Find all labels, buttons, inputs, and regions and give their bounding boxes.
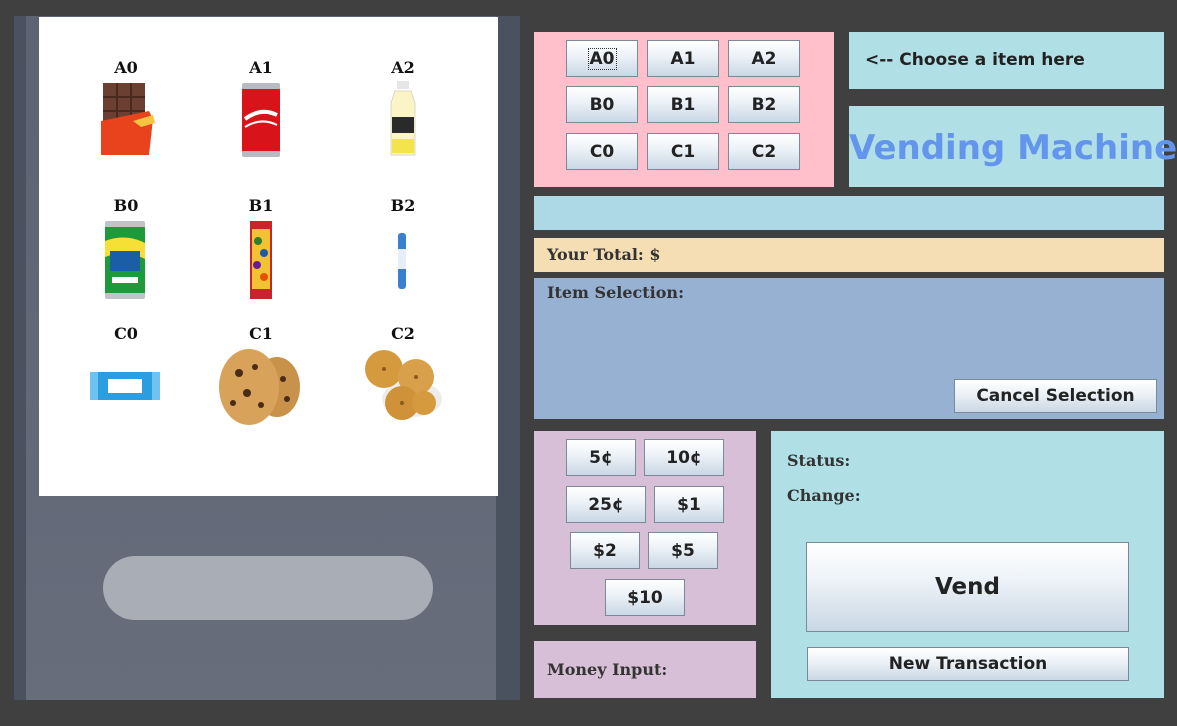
total-label: Your Total: $	[547, 245, 661, 264]
vend-button[interactable]: Vend	[806, 542, 1129, 632]
slot-label-a0: A0	[114, 58, 138, 77]
hint-text: <-- Choose a item here	[865, 50, 1085, 70]
slot-label-a2: A2	[391, 58, 415, 77]
bill-2-dollar-button[interactable]: $2	[570, 532, 640, 569]
coin-5-cents-button[interactable]: 5¢	[566, 439, 636, 476]
select-a0-button[interactable]: A0	[566, 40, 638, 77]
lemonade-bottle-icon	[390, 81, 416, 156]
slot-label-b0: B0	[113, 196, 139, 215]
mints-roll-icon	[398, 233, 406, 289]
product-window: A0 A1 A2 B0 B1 B2 C0 C1 C2	[39, 17, 498, 496]
item-selection-panel: Item Selection: Cancel Selection	[534, 278, 1164, 419]
money-input-panel: Money Input:	[534, 641, 756, 698]
status-panel: Status: Change: Vend New Transaction	[771, 431, 1164, 698]
select-b2-button[interactable]: B2	[728, 86, 800, 123]
cancel-selection-button[interactable]: Cancel Selection	[954, 379, 1157, 413]
cookies-icon	[219, 349, 300, 425]
new-transaction-button[interactable]: New Transaction	[807, 647, 1129, 681]
select-c1-button[interactable]: C1	[647, 133, 719, 170]
select-a2-button[interactable]: A2	[728, 40, 800, 77]
bill-5-dollar-button[interactable]: $5	[648, 532, 718, 569]
coin-25-cents-button[interactable]: 25¢	[566, 486, 646, 523]
bill-1-dollar-button[interactable]: $1	[654, 486, 724, 523]
app-title: Vending Machine	[849, 128, 1177, 168]
message-bar	[534, 196, 1164, 230]
select-c2-button[interactable]: C2	[728, 133, 800, 170]
item-selection-label: Item Selection:	[547, 283, 684, 302]
selection-keypad-panel: A0 A1 A2 B0 B1 B2 C0 C1 C2	[534, 32, 834, 187]
slot-label-b2: B2	[390, 196, 416, 215]
snack-bar-icon	[90, 372, 160, 400]
status-label: Status:	[787, 451, 851, 470]
chocolate-bar-icon	[101, 83, 155, 155]
select-b0-button[interactable]: B0	[566, 86, 638, 123]
cola-can-icon	[242, 83, 280, 157]
dispense-tray	[103, 556, 433, 620]
slot-label-c1: C1	[249, 324, 273, 343]
title-panel: Vending Machine	[849, 106, 1177, 187]
slot-label-c0: C0	[114, 324, 138, 343]
candy-pack-icon	[250, 221, 272, 299]
money-input-label: Money Input:	[547, 660, 668, 679]
soda-can-icon	[105, 221, 145, 299]
crackers-icon	[365, 350, 442, 420]
change-label: Change:	[787, 486, 861, 505]
slot-label-c2: C2	[391, 324, 415, 343]
coin-10-cents-button[interactable]: 10¢	[644, 439, 724, 476]
bill-10-dollar-button[interactable]: $10	[605, 579, 685, 616]
total-panel: Your Total: $	[534, 238, 1164, 272]
select-c0-button[interactable]: C0	[566, 133, 638, 170]
hint-panel: <-- Choose a item here	[849, 32, 1164, 89]
select-b1-button[interactable]: B1	[647, 86, 719, 123]
slot-label-b1: B1	[248, 196, 274, 215]
money-panel: 5¢ 10¢ 25¢ $1 $2 $5 $10	[534, 431, 756, 625]
slot-label-a1: A1	[249, 58, 273, 77]
select-a1-button[interactable]: A1	[647, 40, 719, 77]
